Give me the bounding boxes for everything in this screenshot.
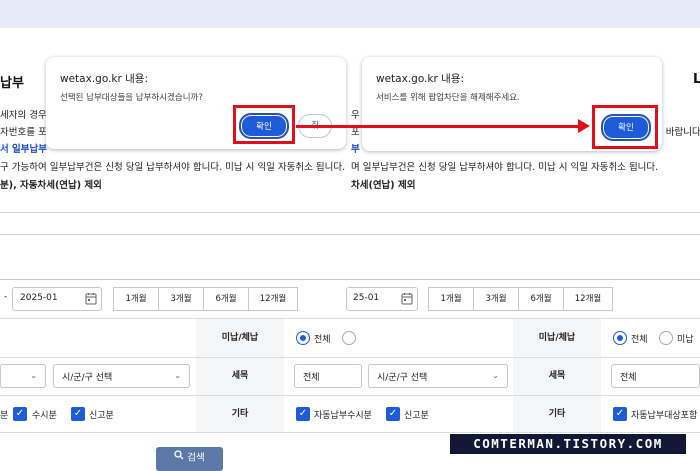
checkbox-label: 신고분 — [404, 411, 429, 421]
notice-line: 분), 자동차세(연납) 제외 — [0, 180, 102, 191]
period-6m-button[interactable]: 6개월 — [518, 287, 564, 311]
dialog-ok-button[interactable]: 확인 — [601, 114, 651, 141]
label-tax-item: 세목 — [513, 358, 601, 395]
divider — [0, 279, 700, 280]
checkbox-label: 신고분 — [89, 411, 114, 421]
tax-item-select[interactable]: 전체 — [611, 364, 700, 388]
checkbox-occasional[interactable]: ✓ — [13, 407, 27, 421]
date-value: 25-01 — [353, 293, 380, 303]
calendar-icon[interactable] — [401, 292, 413, 308]
sigungu-select[interactable]: 시/군/구 선택 ⌄ — [368, 364, 508, 388]
date-separator: - — [4, 292, 8, 302]
period-6m-button[interactable]: 6개월 — [203, 287, 249, 311]
radio-all-label: 전체 — [631, 335, 648, 345]
period-1m-button[interactable]: 1개월 — [113, 287, 159, 311]
label-etc: 기타 — [513, 396, 601, 432]
chevron-down-icon: ⌄ — [492, 371, 499, 380]
period-12m-button[interactable]: 12개월 — [563, 287, 613, 311]
watermark: COMTERMAN.TISTORY.COM — [450, 434, 686, 454]
notice-line-emphasis: 서 일부납부 — [0, 144, 48, 155]
dialog-title: wetax.go.kr 내용: — [60, 73, 148, 85]
arrow-line — [296, 125, 580, 128]
notice-line: ] 바랍니다 — [659, 127, 700, 138]
notice-line: 우 — [351, 110, 360, 121]
radio-unpaid[interactable] — [342, 331, 356, 345]
radio-all[interactable] — [296, 331, 310, 345]
radio-unpaid-label: 미납 — [677, 335, 694, 345]
period-12m-button[interactable]: 12개월 — [248, 287, 298, 311]
search-label: 검색 — [187, 452, 205, 464]
checkbox-report[interactable]: ✓ — [71, 407, 85, 421]
end-date-input[interactable]: 25-01 — [346, 287, 418, 311]
confirm-dialog-left: wetax.go.kr 내용: 선택된 납부대상들을 납부하시겠습니까? — [46, 57, 346, 149]
end-date-input[interactable]: 2025-01 — [12, 287, 102, 311]
notice-line-emphasis: 부 — [351, 144, 360, 155]
notice-line: 차세(연납) 제외 — [351, 180, 416, 191]
chevron-down-icon: ⌄ — [30, 371, 37, 380]
divider — [0, 234, 700, 235]
page-title-right: L — [693, 72, 700, 87]
browser-top-bar — [0, 0, 700, 28]
radio-all-label: 전체 — [314, 335, 331, 345]
tax-item-select[interactable]: 전체 — [294, 364, 362, 388]
dialog-ok-button[interactable]: 확인 — [239, 113, 289, 139]
page-title-left: 납부 — [0, 76, 24, 91]
chevron-down-icon: ⌄ — [174, 371, 181, 380]
select-value: 전체 — [303, 373, 320, 383]
checkbox-report[interactable]: ✓ — [386, 407, 400, 421]
checkbox-label: 분 — [0, 411, 9, 421]
notice-line: 구 가능하여 일부납부건은 신청 당일 납부하셔야 합니다. 미납 시 익일 자… — [0, 162, 346, 173]
search-button[interactable]: 검색 — [156, 447, 223, 471]
select-value: 시/군/구 선택 — [377, 373, 428, 383]
checkbox-autopay-occasional[interactable]: ✓ — [296, 407, 310, 421]
date-value: 2025-01 — [20, 293, 58, 303]
dialog-message: 서비스를 위해 팝업차단을 해제해주세요. — [376, 93, 520, 103]
period-3m-button[interactable]: 3개월 — [473, 287, 519, 311]
checkbox-label: 자동납부대상포함 — [631, 411, 698, 421]
notice-line: 자번호를 포 — [0, 127, 47, 138]
notice-line: 세자의 경우, — [0, 110, 50, 121]
row-divider — [0, 432, 700, 433]
checkbox-include-autopay[interactable]: ✓ — [613, 407, 627, 421]
notice-line: 며 일부납부건은 신청 당일 납부하셔야 합니다. 미납 시 익일 자동취소 됩… — [351, 162, 659, 173]
arrow-head-icon — [578, 119, 590, 133]
search-icon — [174, 447, 184, 469]
label-unpaid: 미납/체납 — [513, 319, 601, 357]
radio-unpaid[interactable] — [659, 331, 673, 345]
radio-all[interactable] — [613, 331, 627, 345]
select-value: 전체 — [620, 373, 637, 383]
dialog-title: wetax.go.kr 내용: — [376, 73, 464, 85]
calendar-icon[interactable] — [85, 292, 97, 308]
dialog-message: 선택된 납부대상들을 납부하시겠습니까? — [60, 93, 203, 103]
sigungu-select[interactable]: 시/군/구 선택 ⌄ — [53, 364, 190, 388]
select-value: 시/군/구 선택 — [62, 373, 113, 383]
label-unpaid: 미납/체납 — [196, 319, 284, 357]
period-3m-button[interactable]: 3개월 — [158, 287, 204, 311]
sido-select[interactable]: ⌄ — [0, 364, 46, 388]
checkbox-label: 수시분 — [32, 411, 57, 421]
checkbox-label: 자동납부수시분 — [314, 411, 372, 421]
divider — [0, 212, 700, 213]
label-etc: 기타 — [196, 396, 284, 432]
period-1m-button[interactable]: 1개월 — [428, 287, 474, 311]
label-tax-item: 세목 — [196, 358, 284, 395]
